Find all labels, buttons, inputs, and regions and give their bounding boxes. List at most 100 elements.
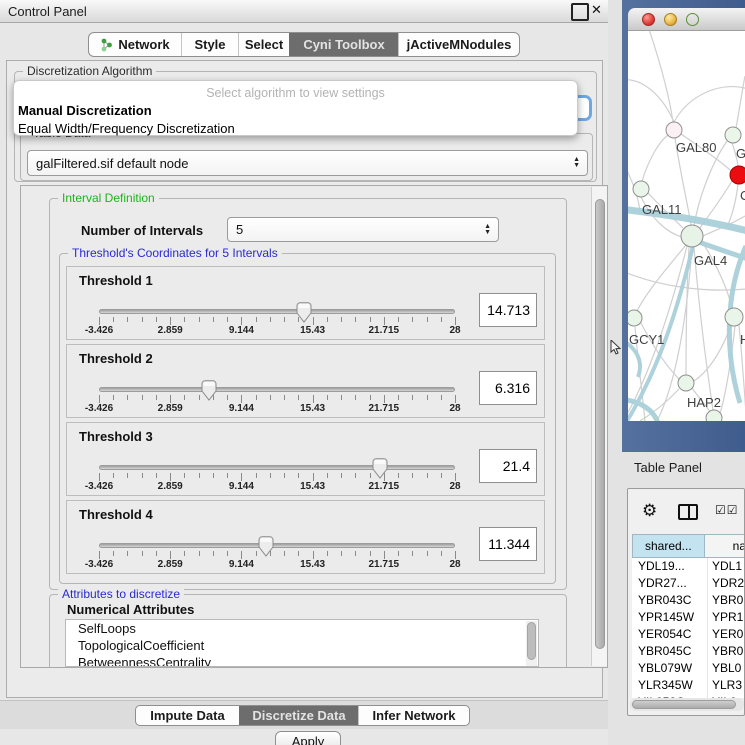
- minor-tick: [284, 473, 285, 478]
- select-columns-icon[interactable]: ☑☑: [715, 503, 739, 517]
- threshold-value-input[interactable]: [479, 371, 537, 405]
- table-row[interactable]: YLR345WYLR3: [632, 677, 745, 694]
- cell-shared-name[interactable]: YBR043C: [632, 592, 708, 609]
- threshold-value-input[interactable]: [479, 527, 537, 561]
- minor-tick: [398, 551, 399, 556]
- column-header-name[interactable]: na: [705, 535, 745, 557]
- dropdown-option-manual-discretization[interactable]: Manual Discretization: [17, 103, 577, 118]
- cell-name[interactable]: YBL0: [708, 660, 745, 677]
- table-row[interactable]: YPR145WYPR1: [632, 609, 745, 626]
- float-window-icon[interactable]: [571, 3, 589, 21]
- number-of-intervals-combobox[interactable]: 5 ▲▼: [227, 217, 499, 242]
- column-header-shared-name[interactable]: shared...: [633, 535, 705, 557]
- close-icon[interactable]: ✕: [591, 2, 602, 18]
- numerical-attributes-list[interactable]: SelfLoopsTopologicalCoefficientBetweenne…: [65, 619, 539, 667]
- network-node-c[interactable]: [730, 166, 745, 184]
- minor-tick: [256, 395, 257, 400]
- minor-tick: [298, 395, 299, 400]
- table-row[interactable]: YBL079WYBL0: [632, 660, 745, 677]
- slider-handle[interactable]: [296, 302, 312, 323]
- network-node[interactable]: [706, 410, 722, 421]
- threshold-value-input[interactable]: [479, 293, 537, 327]
- table-row[interactable]: YDL19...YDL1: [632, 558, 745, 575]
- network-canvas[interactable]: GAL80GACGAL11GAL4GCY1HHAP2: [628, 31, 745, 421]
- cell-shared-name[interactable]: YBL079W: [632, 660, 708, 677]
- attribute-item-topologicalcoefficient[interactable]: TopologicalCoefficient: [66, 637, 538, 654]
- minor-tick: [113, 317, 114, 322]
- tab-impute-data[interactable]: Impute Data: [136, 706, 239, 725]
- network-node-gcy1[interactable]: [628, 310, 642, 326]
- close-traffic-light-icon[interactable]: [642, 13, 655, 26]
- cell-name[interactable]: YPR1: [708, 609, 745, 626]
- minor-tick: [156, 317, 157, 322]
- tick-label: 21.715: [369, 481, 400, 492]
- cell-shared-name[interactable]: YDR27...: [632, 575, 708, 592]
- split-columns-icon[interactable]: [678, 504, 698, 520]
- cell-name[interactable]: YER0: [708, 626, 745, 643]
- slider-track[interactable]: [99, 465, 455, 470]
- tab-infer-network[interactable]: Infer Network: [358, 706, 469, 725]
- dropdown-option-equal-width-frequency-discretization[interactable]: Equal Width/Frequency Discretization: [17, 121, 577, 136]
- threshold-row-4: Threshold 4-3.4262.8599.14415.4321.71528: [66, 500, 545, 574]
- threshold-value-input[interactable]: [479, 449, 537, 483]
- slider-handle[interactable]: [258, 536, 274, 557]
- apply-button[interactable]: Apply: [275, 731, 341, 745]
- tab-select[interactable]: Select: [238, 33, 289, 56]
- cell-shared-name[interactable]: YLR345W: [632, 677, 708, 694]
- network-node-h[interactable]: [725, 308, 743, 326]
- minor-tick: [441, 473, 442, 478]
- network-node-gal80[interactable]: [666, 122, 682, 138]
- network-node-ga[interactable]: [725, 127, 741, 143]
- minor-tick: [113, 551, 114, 556]
- zoom-traffic-light-icon[interactable]: [686, 13, 699, 26]
- minimize-traffic-light-icon[interactable]: [664, 13, 677, 26]
- cell-name[interactable]: YBR0: [708, 592, 745, 609]
- slider-track[interactable]: [99, 309, 455, 314]
- minor-tick: [427, 395, 428, 400]
- cell-name[interactable]: YBR0: [708, 643, 745, 660]
- table-row[interactable]: YBR045CYBR0: [632, 643, 745, 660]
- cell-name[interactable]: YDL1: [708, 558, 745, 575]
- number-of-intervals-label: Number of Intervals: [81, 223, 203, 238]
- table-data-combobox[interactable]: galFiltered.sif default node ▲▼: [27, 150, 588, 176]
- gear-icon[interactable]: ⚙: [642, 501, 657, 521]
- scrollbar-thumb[interactable]: [595, 199, 605, 649]
- slider-handle[interactable]: [201, 380, 217, 401]
- cell-shared-name[interactable]: YPR145W: [632, 609, 708, 626]
- network-node-hap2[interactable]: [678, 375, 694, 391]
- network-node-gal4[interactable]: [681, 225, 703, 247]
- slider-handle[interactable]: [372, 458, 388, 479]
- cell-shared-name[interactable]: YBR045C: [632, 643, 708, 660]
- tick-label: 15.43: [300, 559, 325, 570]
- minor-tick: [327, 317, 328, 322]
- cyni-bottom-tabbar: Impute DataDiscretize DataInfer Network: [135, 705, 470, 726]
- network-node-gal11[interactable]: [633, 181, 649, 197]
- slider-track[interactable]: [99, 543, 455, 548]
- tab-style[interactable]: Style: [181, 33, 238, 56]
- tick-label: 28: [449, 559, 460, 570]
- tab-jactivemnodules[interactable]: jActiveMNodules: [398, 33, 519, 56]
- attribute-item-selfloops[interactable]: SelfLoops: [66, 620, 538, 637]
- tab-network[interactable]: Network: [89, 33, 181, 56]
- minor-tick: [156, 395, 157, 400]
- cell-shared-name[interactable]: YER054C: [632, 626, 708, 643]
- network-window-titlebar[interactable]: [628, 8, 745, 31]
- table-horizontal-scrollbar[interactable]: [630, 698, 744, 711]
- attributes-list-scrollbar[interactable]: [526, 621, 537, 667]
- tab-cyni-toolbox[interactable]: Cyni Toolbox: [289, 33, 398, 56]
- tab-label: Network: [118, 37, 169, 52]
- settings-vertical-scrollbar[interactable]: [591, 187, 608, 666]
- cell-name[interactable]: YDR2: [708, 575, 745, 592]
- cell-name[interactable]: YLR3: [708, 677, 745, 694]
- cell-shared-name[interactable]: YDL19...: [632, 558, 708, 575]
- table-row[interactable]: YER054CYER0: [632, 626, 745, 643]
- scrollbar-thumb[interactable]: [632, 700, 736, 709]
- attribute-item-betweennesscentrality[interactable]: BetweennessCentrality: [66, 654, 538, 667]
- table-row[interactable]: YDR27...YDR2: [632, 575, 745, 592]
- scrollbar-thumb[interactable]: [527, 622, 536, 660]
- minor-tick: [213, 317, 214, 322]
- tab-discretize-data[interactable]: Discretize Data: [239, 706, 358, 725]
- table-row[interactable]: YBR043CYBR0: [632, 592, 745, 609]
- major-tick: [241, 317, 242, 325]
- slider-track[interactable]: [99, 387, 455, 392]
